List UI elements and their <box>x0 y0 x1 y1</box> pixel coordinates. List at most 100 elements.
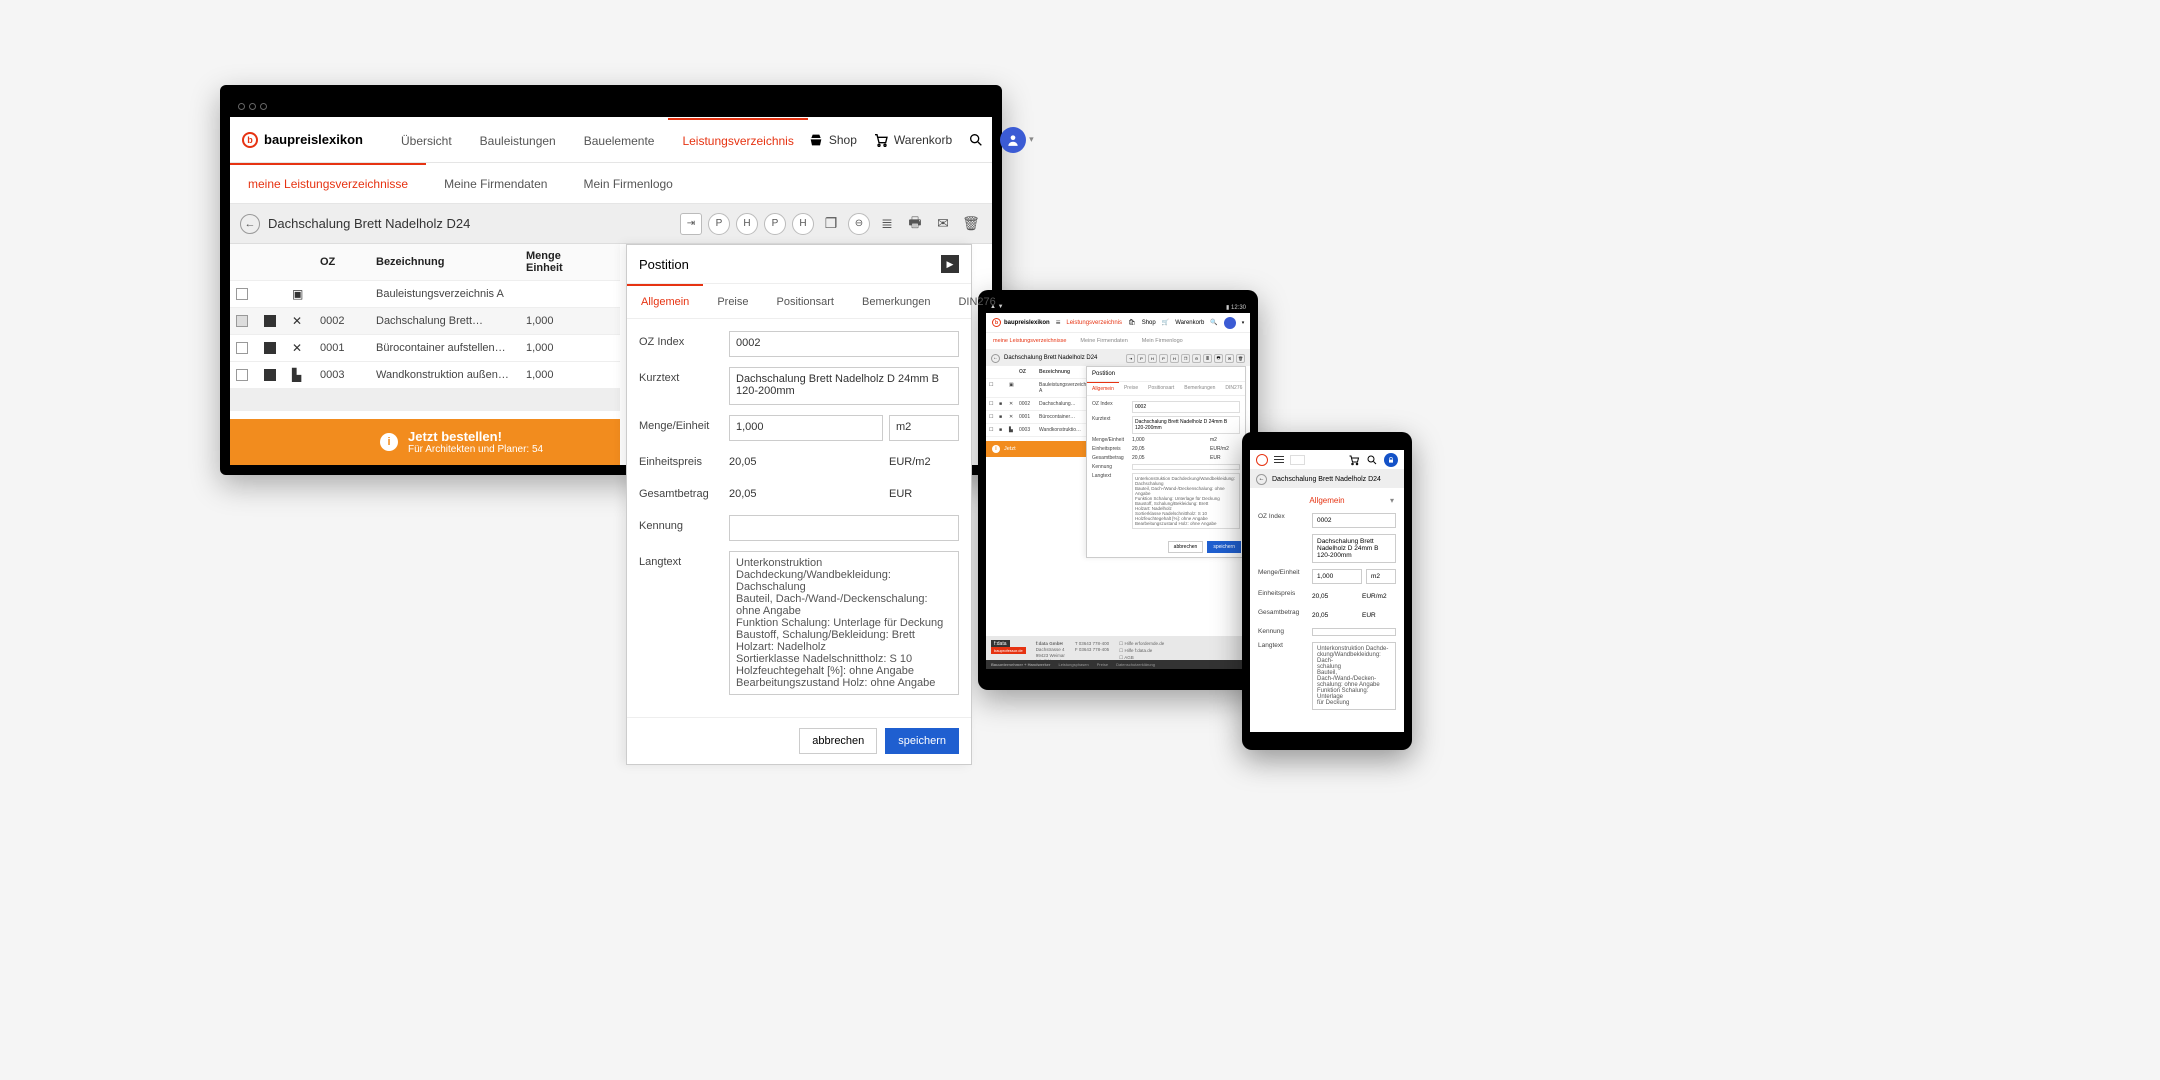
back-button[interactable]: ← <box>991 354 1000 363</box>
profile-menu[interactable]: ▾ <box>1000 127 1034 153</box>
input-einheit[interactable]: m2 <box>889 415 959 441</box>
print-icon[interactable]: 🖶 <box>904 213 926 235</box>
list-icon[interactable]: ≣ <box>876 213 898 235</box>
input-kennung[interactable] <box>1132 464 1240 470</box>
cart-icon[interactable] <box>1348 454 1360 466</box>
cart-icon[interactable]: 🛒 <box>1162 319 1169 326</box>
input-kennung[interactable] <box>729 515 959 541</box>
subtab-firmenlogo[interactable]: Mein Firmenlogo <box>565 163 690 203</box>
cancel-button[interactable]: abbrechen <box>1168 541 1204 553</box>
table-row[interactable]: ☐■▙ 0003 Wandkonstruktio… <box>986 424 1092 437</box>
lock-button[interactable] <box>1384 453 1398 467</box>
back-button[interactable]: ← <box>240 214 260 234</box>
tool-icon[interactable]: ❐ <box>1181 354 1190 363</box>
input-oz[interactable]: 0002 <box>729 331 959 357</box>
logo-icon[interactable] <box>1256 454 1268 466</box>
tool-icon[interactable]: P <box>1137 354 1146 363</box>
tool-icon[interactable]: ✉ <box>1225 354 1234 363</box>
order-banner[interactable]: i Jetzt bestellen! Für Architekten und P… <box>230 419 620 465</box>
nav-active[interactable]: Leistungsverzeichnis <box>1060 320 1128 326</box>
nav-bauelemente[interactable]: Bauelemente <box>570 118 669 162</box>
textarea-langtext[interactable]: Unterkonstruktion Dachdeckung/Wandbeklei… <box>1132 473 1240 529</box>
trash-icon[interactable]: 🗑 <box>960 213 982 235</box>
brand-logo[interactable]: b baupreislexikon <box>992 318 1050 327</box>
checkbox[interactable] <box>236 369 248 381</box>
search-icon[interactable] <box>1366 454 1378 466</box>
brand-logo[interactable]: b baupreislexikon <box>242 132 363 148</box>
ptab-bemerkungen[interactable]: Bemerkungen <box>1179 382 1220 395</box>
tool-icon[interactable]: 🖶 <box>1214 354 1223 363</box>
table-row[interactable]: ▙ 0003 Wandkonstruktion außen… 1,000 <box>230 362 620 389</box>
nav-leistungsverzeichnis[interactable]: Leistungsverzeichnis <box>668 118 807 162</box>
shop-icon[interactable]: 🛍 <box>1128 319 1136 326</box>
section-header[interactable]: Allgemein ▾ <box>1250 488 1404 513</box>
footer-link-1[interactable]: Hilfe erfordernde.de <box>1124 641 1164 646</box>
checkbox[interactable] <box>236 342 248 354</box>
nav-bauleistungen[interactable]: Bauleistungen <box>466 118 570 162</box>
letter-h-icon[interactable]: H <box>792 213 814 235</box>
search-icon[interactable]: 🔍 <box>1210 319 1217 326</box>
order-banner[interactable]: i Jetzt <box>986 441 1092 457</box>
menu-icon[interactable] <box>1274 456 1284 464</box>
table-row[interactable]: ▣ Bauleistungsverzeichnis A <box>230 281 620 308</box>
tool-icon[interactable]: ⇥ <box>1126 354 1135 363</box>
panel-tab-positionsart[interactable]: Positionsart <box>763 284 848 318</box>
panel-tab-allgemein[interactable]: Allgemein <box>627 284 703 318</box>
table-row[interactable]: ☐■✕ 0001 Bürocontainer… <box>986 411 1092 424</box>
panel-tab-bemerkungen[interactable]: Bemerkungen <box>848 284 945 318</box>
panel-close-button[interactable]: ▶ <box>941 255 959 273</box>
checkbox[interactable] <box>236 315 248 327</box>
input-kurztext[interactable]: Dachschalung Brett Nadelholz D 24mm B 12… <box>729 367 959 405</box>
table-row[interactable]: ✕ 0002 Dachschalung Brett… 1,000 <box>230 308 620 335</box>
letter-p-icon[interactable]: P <box>764 213 786 235</box>
table-row[interactable]: ✕ 0001 Bürocontainer aufstellen… 1,000 <box>230 335 620 362</box>
export-icon[interactable]: ⇥ <box>680 213 702 235</box>
tool-icon[interactable]: ⊖ <box>1192 354 1201 363</box>
letter-p-icon[interactable]: P <box>708 213 730 235</box>
textarea-langtext[interactable]: Unterkonstruktion Dachdeckung/Wandbeklei… <box>729 551 959 695</box>
tool-icon[interactable]: H <box>1170 354 1179 363</box>
tool-icon[interactable]: ≣ <box>1203 354 1212 363</box>
expand-icon[interactable]: ⊖ <box>848 213 870 235</box>
letter-h-icon[interactable]: H <box>736 213 758 235</box>
shop-link[interactable]: Shop <box>808 132 857 148</box>
ptab-din[interactable]: DIN276 <box>1220 382 1247 395</box>
tool-icon[interactable]: H <box>1148 354 1157 363</box>
input-oz[interactable]: 0002 <box>1312 513 1396 528</box>
input-menge[interactable]: 1,000 <box>729 415 883 441</box>
save-button[interactable]: speichern <box>1207 541 1241 553</box>
copy-icon[interactable]: ❐ <box>820 213 842 235</box>
subtab-firmenlogo[interactable]: Mein Firmenlogo <box>1135 333 1190 349</box>
stop-icon <box>264 342 276 354</box>
input-kurz[interactable]: Dachschalung Brett Nadelholz D 24mm B 12… <box>1312 534 1396 563</box>
input-kurz[interactable]: Dachschalung Brett Nadelholz D 24mm B 12… <box>1132 416 1240 434</box>
tool-icon[interactable]: 🗑 <box>1236 354 1245 363</box>
nav-overview[interactable]: Übersicht <box>387 118 466 162</box>
subtab-firmendaten[interactable]: Meine Firmendaten <box>426 163 565 203</box>
subtab-meine-lv[interactable]: meine Leistungsverzeichnisse <box>986 333 1073 349</box>
mail-icon[interactable]: ✉ <box>932 213 954 235</box>
table-row[interactable]: ☐■✕ 0002 Dachschalung… <box>986 398 1092 411</box>
ptab-preise[interactable]: Preise <box>1119 382 1143 395</box>
ptab-allgemein[interactable]: Allgemein <box>1087 382 1119 395</box>
subtab-meine-lv[interactable]: meine Leistungsverzeichnisse <box>230 163 426 203</box>
checkbox[interactable] <box>236 288 248 300</box>
back-button[interactable]: ← <box>1256 474 1267 485</box>
subtab-firmendaten[interactable]: Meine Firmendaten <box>1073 333 1134 349</box>
ptab-positionsart[interactable]: Positionsart <box>1143 382 1179 395</box>
footer-link-2[interactable]: Hilfe f:data.de <box>1124 648 1152 653</box>
input-menge[interactable]: 1,000 <box>1312 569 1362 584</box>
textarea-langtext[interactable]: Unterkonstruktion Dachde- ckung/Wandbekl… <box>1312 642 1396 710</box>
tool-icon[interactable]: P <box>1159 354 1168 363</box>
save-button[interactable]: speichern <box>885 728 959 754</box>
avatar-icon[interactable] <box>1224 317 1236 329</box>
search-icon[interactable] <box>968 132 984 148</box>
input-kennung[interactable] <box>1312 628 1396 636</box>
input-oz[interactable]: 0002 <box>1132 401 1240 413</box>
panel-tab-din276[interactable]: DIN276 <box>944 284 1009 318</box>
cancel-button[interactable]: abbrechen <box>799 728 877 754</box>
table-row[interactable]: ☐▣ Bauleistungsverzeichnis A <box>986 379 1092 398</box>
cart-link[interactable]: Warenkorb <box>873 132 952 148</box>
input-einheit[interactable]: m2 <box>1366 569 1396 584</box>
panel-tab-preise[interactable]: Preise <box>703 284 762 318</box>
